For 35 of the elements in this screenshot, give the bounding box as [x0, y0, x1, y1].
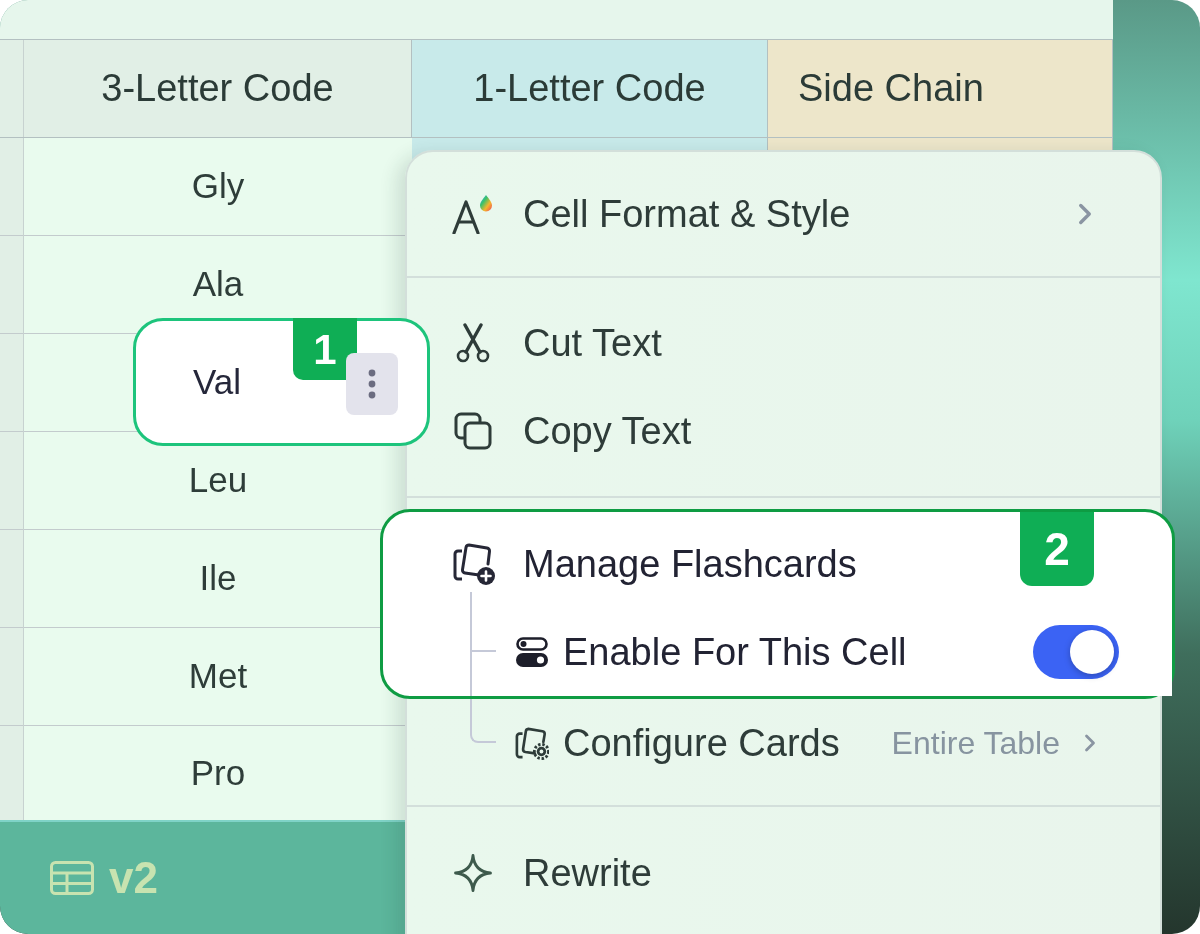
toggle-switch[interactable]: [1033, 625, 1119, 679]
tree-line: [470, 652, 472, 696]
callout-badge: 1: [293, 318, 357, 380]
menu-item[interactable]: Configure Cards Entire Table: [498, 699, 1160, 787]
tree-connector: [470, 592, 496, 652]
table-cell[interactable]: Gly: [24, 138, 412, 236]
cell-text: Leu: [188, 459, 248, 502]
menu-item[interactable]: Cell Format & Style: [433, 152, 1160, 276]
cell-text: Pro: [190, 751, 246, 794]
sparkle-icon: [454, 854, 492, 892]
cell-text: Ile: [199, 557, 237, 600]
menu-item[interactable]: Copy Text: [433, 387, 1160, 475]
column-header[interactable]: Side Chain: [768, 40, 1113, 137]
cell-text: Gly: [191, 165, 245, 208]
scissors-icon: [456, 323, 490, 363]
font-color-icon: [452, 194, 494, 234]
table-icon: [50, 861, 94, 895]
cell-text: Ala: [192, 263, 244, 306]
copy-icon: [454, 412, 492, 450]
column-header[interactable]: 1-Letter Code: [412, 40, 768, 137]
toggle-icon: [516, 637, 548, 667]
menu-item[interactable]: Rewrite: [433, 829, 1160, 917]
kebab-icon: [368, 369, 376, 399]
cell-text: Val: [193, 360, 241, 403]
callout-badge: 2: [1020, 512, 1094, 586]
version-label: v2: [109, 852, 158, 904]
cards-plus-icon: [452, 542, 496, 586]
menu-item[interactable]: Cut Text: [433, 299, 1160, 387]
menu-item[interactable]: Manage Flashcards: [433, 520, 877, 608]
more-options-button[interactable]: [346, 353, 398, 415]
cards-gear-icon: [515, 726, 549, 760]
submenu-value: Entire Table: [891, 724, 1060, 763]
column-header[interactable]: 3-Letter Code: [24, 40, 412, 137]
cell-text: Met: [188, 655, 248, 698]
tree-connector: [470, 699, 496, 743]
